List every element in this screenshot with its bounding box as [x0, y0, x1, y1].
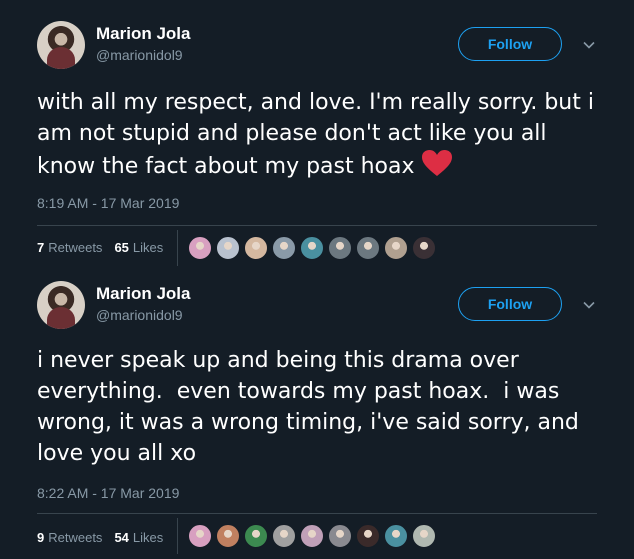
- liker-avatar[interactable]: [188, 236, 212, 260]
- liker-avatar[interactable]: [356, 524, 380, 548]
- divider: [37, 513, 597, 514]
- liker-avatar[interactable]: [244, 236, 268, 260]
- author-avatar[interactable]: [37, 281, 85, 329]
- liker-avatar[interactable]: [384, 524, 408, 548]
- author-handle[interactable]: @marionidol9: [96, 47, 183, 63]
- retweets-label[interactable]: Retweets: [48, 240, 102, 255]
- likes-count[interactable]: 54: [114, 530, 128, 545]
- liker-avatar[interactable]: [328, 236, 352, 260]
- liker-avatars: [188, 236, 440, 260]
- liker-avatar[interactable]: [412, 236, 436, 260]
- divider: [37, 225, 597, 226]
- engagement-stats: 9 Retweets 54 Likes: [37, 530, 163, 545]
- tweet-timestamp[interactable]: 8:19 AM - 17 Mar 2019: [37, 195, 179, 211]
- stats-separator: [177, 230, 178, 266]
- likes-label[interactable]: Likes: [133, 240, 163, 255]
- engagement-stats: 7 Retweets 65 Likes: [37, 240, 163, 255]
- chevron-down-icon[interactable]: [582, 298, 596, 312]
- author-avatar[interactable]: [37, 21, 85, 69]
- author-handle[interactable]: @marionidol9: [96, 307, 183, 323]
- liker-avatar[interactable]: [188, 524, 212, 548]
- likes-count[interactable]: 65: [114, 240, 128, 255]
- red-heart-icon: [421, 150, 452, 176]
- liker-avatar[interactable]: [272, 236, 296, 260]
- tweet-timestamp[interactable]: 8:22 AM - 17 Mar 2019: [37, 485, 179, 501]
- liker-avatar[interactable]: [412, 524, 436, 548]
- stats-separator: [177, 518, 178, 554]
- tweet-text: with all my respect, and love. I'm reall…: [37, 87, 597, 182]
- liker-avatar[interactable]: [328, 524, 352, 548]
- likes-label[interactable]: Likes: [133, 530, 163, 545]
- tweet-text: i never speak up and being this drama ov…: [37, 348, 586, 466]
- retweets-count[interactable]: 9: [37, 530, 44, 545]
- follow-button[interactable]: Follow: [458, 27, 562, 61]
- liker-avatar[interactable]: [216, 236, 240, 260]
- liker-avatar[interactable]: [272, 524, 296, 548]
- tweet-text-content: with all my respect, and love. I'm reall…: [37, 90, 601, 179]
- liker-avatars: [188, 524, 440, 548]
- author-name[interactable]: Marion Jola: [96, 24, 190, 44]
- retweets-count[interactable]: 7: [37, 240, 44, 255]
- liker-avatar[interactable]: [300, 236, 324, 260]
- follow-button[interactable]: Follow: [458, 287, 562, 321]
- retweets-label[interactable]: Retweets: [48, 530, 102, 545]
- liker-avatar[interactable]: [244, 524, 268, 548]
- chevron-down-icon[interactable]: [582, 38, 596, 52]
- liker-avatar[interactable]: [356, 236, 380, 260]
- author-name[interactable]: Marion Jola: [96, 284, 190, 304]
- liker-avatar[interactable]: [384, 236, 408, 260]
- liker-avatar[interactable]: [300, 524, 324, 548]
- liker-avatar[interactable]: [216, 524, 240, 548]
